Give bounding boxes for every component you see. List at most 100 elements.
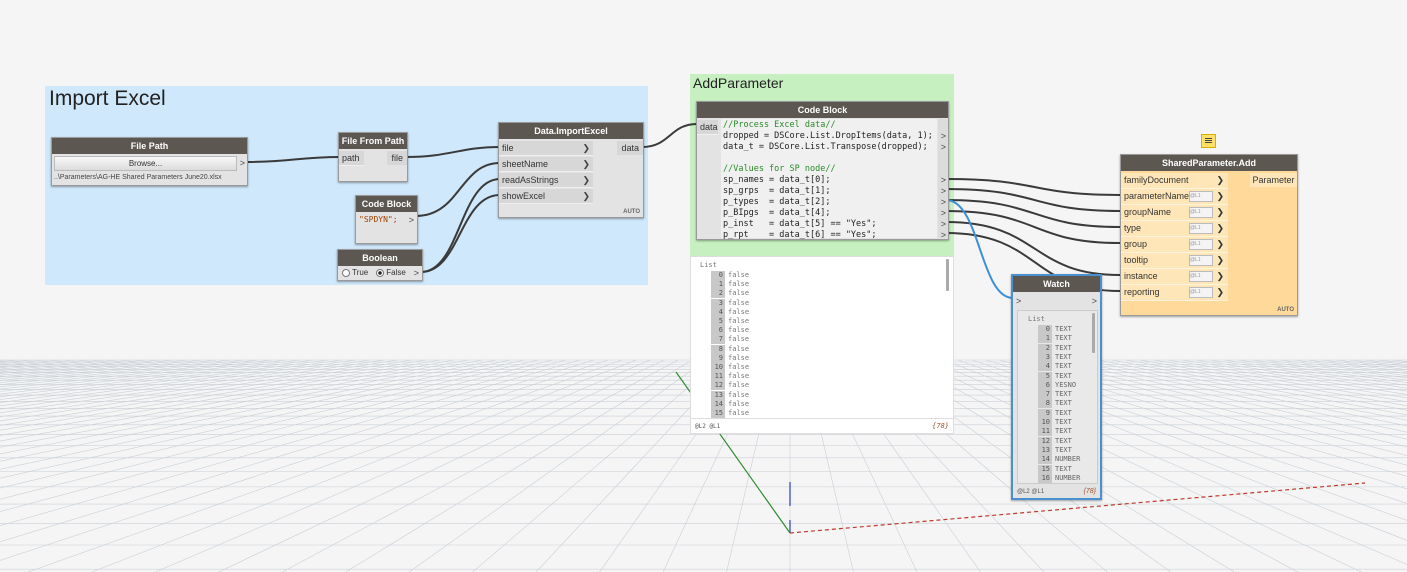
file-path-value: ..\Parameters\AG-HE Shared Parameters Ju… — [54, 174, 222, 181]
input-port-sheetname[interactable]: sheetName ❯ — [499, 157, 593, 172]
input-port-type[interactable]: type @L1 ❯ — [1121, 221, 1228, 237]
port-label: reporting — [1124, 287, 1160, 297]
input-port-familydocument[interactable]: familyDocument ❯ — [1121, 173, 1228, 189]
list-item: 11 TEXT — [1038, 427, 1072, 437]
input-port[interactable]: > — [1016, 296, 1021, 306]
list-value: false — [728, 363, 750, 371]
list-index: 1 — [711, 280, 725, 290]
output-port[interactable]: > — [240, 158, 245, 168]
list-value: false — [728, 390, 750, 399]
output-port[interactable]: > — [409, 215, 414, 225]
watch-node[interactable]: Watch > > List 0 TEXT 1 TEXT 2 TEXT 3 TEXT 4 TEXT… — [1011, 274, 1102, 500]
note-icon[interactable] — [1201, 134, 1216, 148]
boolean-node[interactable]: Boolean True False > — [337, 249, 423, 281]
true-label: True — [352, 268, 369, 277]
lacing-spinner[interactable]: @L1 — [1189, 271, 1213, 282]
code-line: p_rpt = data_t[6] == "Yes"; — [723, 230, 877, 240]
output-port-data[interactable]: data — [617, 141, 643, 155]
code-line: p_BIpgs = data_t[4]; — [723, 208, 831, 218]
code-block-sheet-node[interactable]: Code Block "SPDYN"; > — [355, 195, 418, 244]
output-port[interactable]: > — [1092, 296, 1097, 306]
list-value: NUMBER — [1055, 455, 1081, 464]
input-port-tooltip[interactable]: tooltip @L1 ❯ — [1121, 253, 1228, 269]
code-line: sp_grps = data_t[1]; — [723, 186, 831, 196]
input-port-file[interactable]: file ❯ — [499, 141, 593, 156]
graph-canvas[interactable]: Import Excel AddParameter File Path Brow… — [0, 0, 1407, 572]
watch-content[interactable]: List 0 TEXT 1 TEXT 2 TEXT 3 TEXT 4 TEXT 5 TEXT 6 YESN… — [1017, 310, 1098, 484]
output-port-file[interactable]: file — [387, 151, 407, 165]
code-text[interactable]: "SPDYN"; — [359, 215, 398, 224]
file-from-path-node[interactable]: File From Path path file — [338, 132, 408, 182]
true-radio[interactable]: True — [342, 268, 368, 277]
input-port-data[interactable]: data — [697, 120, 718, 135]
output-port[interactable]: > — [941, 175, 946, 185]
output-port[interactable]: > — [941, 142, 946, 152]
list-value: false — [728, 399, 750, 408]
list-item: 14 NUMBER — [1038, 455, 1081, 465]
browse-button[interactable]: Browse... — [54, 156, 237, 171]
chevron-right-icon: ❯ — [1216, 271, 1224, 281]
list-value: false — [728, 335, 750, 344]
input-port-showexcel[interactable]: showExcel ❯ — [499, 189, 593, 204]
output-port-parameter[interactable]: Parameter — [1250, 173, 1297, 187]
code-line: //Values for SP node// — [723, 164, 836, 174]
input-port-group[interactable]: group @L1 ❯ — [1121, 237, 1228, 253]
output-port[interactable]: > — [941, 230, 946, 240]
node-title: SharedParameter.Add — [1121, 155, 1297, 171]
output-port[interactable]: > — [941, 197, 946, 207]
list-item: 5 TEXT — [1038, 371, 1072, 381]
lacing-spinner[interactable]: @L1 — [1189, 287, 1213, 298]
list-item: 7 TEXT — [1038, 390, 1072, 400]
lacing-badge: AUTO — [623, 209, 640, 215]
list-index: 3 — [711, 298, 725, 308]
input-port-reporting[interactable]: reporting @L1 ❯ — [1121, 285, 1228, 301]
level-indicator: @L2 @L1 — [1017, 489, 1045, 495]
chevron-right-icon: ❯ — [582, 143, 590, 153]
lacing-spinner[interactable]: @L1 — [1189, 239, 1213, 250]
item-count: {78} — [932, 422, 949, 430]
output-port[interactable]: > — [941, 186, 946, 196]
input-port-groupname[interactable]: groupName @L1 ❯ — [1121, 205, 1228, 221]
scrollbar[interactable] — [946, 259, 949, 291]
input-port-path[interactable]: path — [339, 151, 364, 166]
list-index: 8 — [711, 344, 725, 354]
list-item: 10 false — [711, 363, 749, 372]
chevron-right-icon: ❯ — [582, 191, 590, 201]
list-value: TEXT — [1055, 427, 1072, 436]
list-index: 7 — [711, 335, 725, 345]
code-line: //Process Excel data// — [723, 120, 836, 130]
list-index: 9 — [711, 353, 725, 363]
wire — [945, 178, 1121, 196]
code-block-preview[interactable]: List 0 false 1 false 2 false 3 false 4 false 5 fals… — [690, 256, 954, 434]
shared-parameter-add-node[interactable]: SharedParameter.Add familyDocument ❯ param… — [1120, 154, 1298, 316]
list-item: 16 NUMBER — [1038, 473, 1080, 483]
list-item: 8 TEXT — [1038, 399, 1072, 409]
wire — [405, 146, 501, 158]
list-item: 4 false — [711, 307, 750, 317]
node-title: Data.ImportExcel — [499, 123, 643, 139]
false-radio[interactable]: False — [376, 268, 406, 277]
list-index: 13 — [711, 390, 725, 400]
list-value: false — [728, 307, 750, 316]
code-line: data_t = DSCore.List.Transpose(dropped); — [723, 142, 928, 152]
lacing-spinner[interactable]: @L1 — [1189, 255, 1213, 266]
file-path-node[interactable]: File Path Browse... > ..\Parameters\AG-H… — [51, 137, 248, 186]
list-item: 13 false — [711, 390, 750, 400]
port-label: groupName — [1124, 207, 1172, 217]
import-excel-node[interactable]: Data.ImportExcel file ❯ sheetName ❯ readAs… — [498, 122, 644, 218]
scrollbar[interactable] — [1092, 313, 1095, 353]
input-port-instance[interactable]: instance @L1 ❯ — [1121, 269, 1228, 285]
output-port[interactable]: > — [941, 208, 946, 218]
lacing-spinner[interactable]: @L1 — [1189, 191, 1213, 202]
list-value: TEXT — [1055, 408, 1072, 417]
chevron-right-icon: ❯ — [1216, 207, 1224, 217]
output-port[interactable]: > — [941, 131, 946, 141]
input-port-readasstrings[interactable]: readAsStrings ❯ — [499, 173, 593, 188]
input-port-parametername[interactable]: parameterName @L1 ❯ — [1121, 189, 1228, 205]
output-port[interactable]: > — [414, 268, 419, 278]
lacing-spinner[interactable]: @L1 — [1189, 223, 1213, 234]
output-port[interactable]: > — [941, 219, 946, 229]
lacing-spinner[interactable]: @L1 — [1189, 207, 1213, 218]
chevron-right-icon: ❯ — [582, 159, 590, 169]
code-block-main-node[interactable]: Code Block data //Process Excel data// d… — [696, 101, 949, 240]
